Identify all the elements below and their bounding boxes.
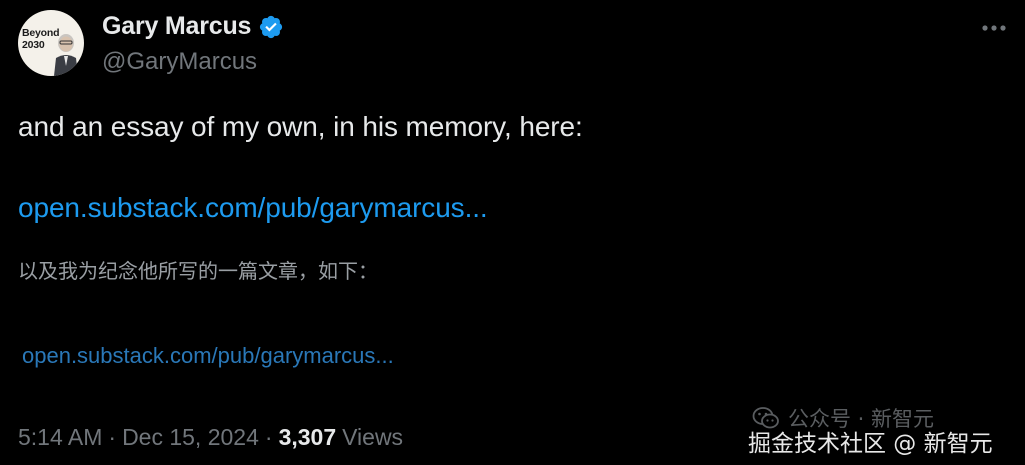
author-handle[interactable]: @GaryMarcus bbox=[102, 48, 257, 76]
verified-badge-icon bbox=[260, 15, 283, 38]
more-horizontal-icon bbox=[982, 25, 1006, 31]
avatar-text-line2: 2030 bbox=[22, 39, 45, 51]
translated-link[interactable]: open.substack.com/pub/garymarcus... bbox=[22, 343, 394, 369]
more-options-button[interactable] bbox=[979, 15, 1009, 41]
meta-separator: · bbox=[108, 424, 117, 450]
author-display-name[interactable]: Gary Marcus bbox=[102, 12, 251, 41]
translation-text: 以及我为纪念他所写的一篇文章，如下： bbox=[18, 259, 378, 283]
tweet-card: Beyond 2030 Gary Marcus @GaryMarcus and … bbox=[0, 0, 1025, 465]
tweet-meta: 5:14 AM · Dec 15, 2024 · 3,307 Views bbox=[18, 424, 403, 451]
tweet-link[interactable]: open.substack.com/pub/garymarcus... bbox=[18, 192, 488, 224]
author-name-row: Gary Marcus bbox=[102, 12, 284, 41]
meta-separator-2: · bbox=[264, 424, 273, 450]
person-portrait-icon bbox=[54, 34, 78, 76]
tweet-text: and an essay of my own, in his memory, h… bbox=[18, 111, 583, 142]
tweet-date[interactable]: Dec 15, 2024 bbox=[122, 424, 259, 451]
views-label: Views bbox=[342, 424, 404, 450]
tweet-time[interactable]: 5:14 AM bbox=[18, 424, 102, 451]
avatar[interactable]: Beyond 2030 bbox=[18, 10, 84, 76]
juejin-watermark: 掘金技术社区 @ 新智元 bbox=[748, 431, 993, 457]
views-count[interactable]: 3,307 bbox=[279, 424, 337, 451]
